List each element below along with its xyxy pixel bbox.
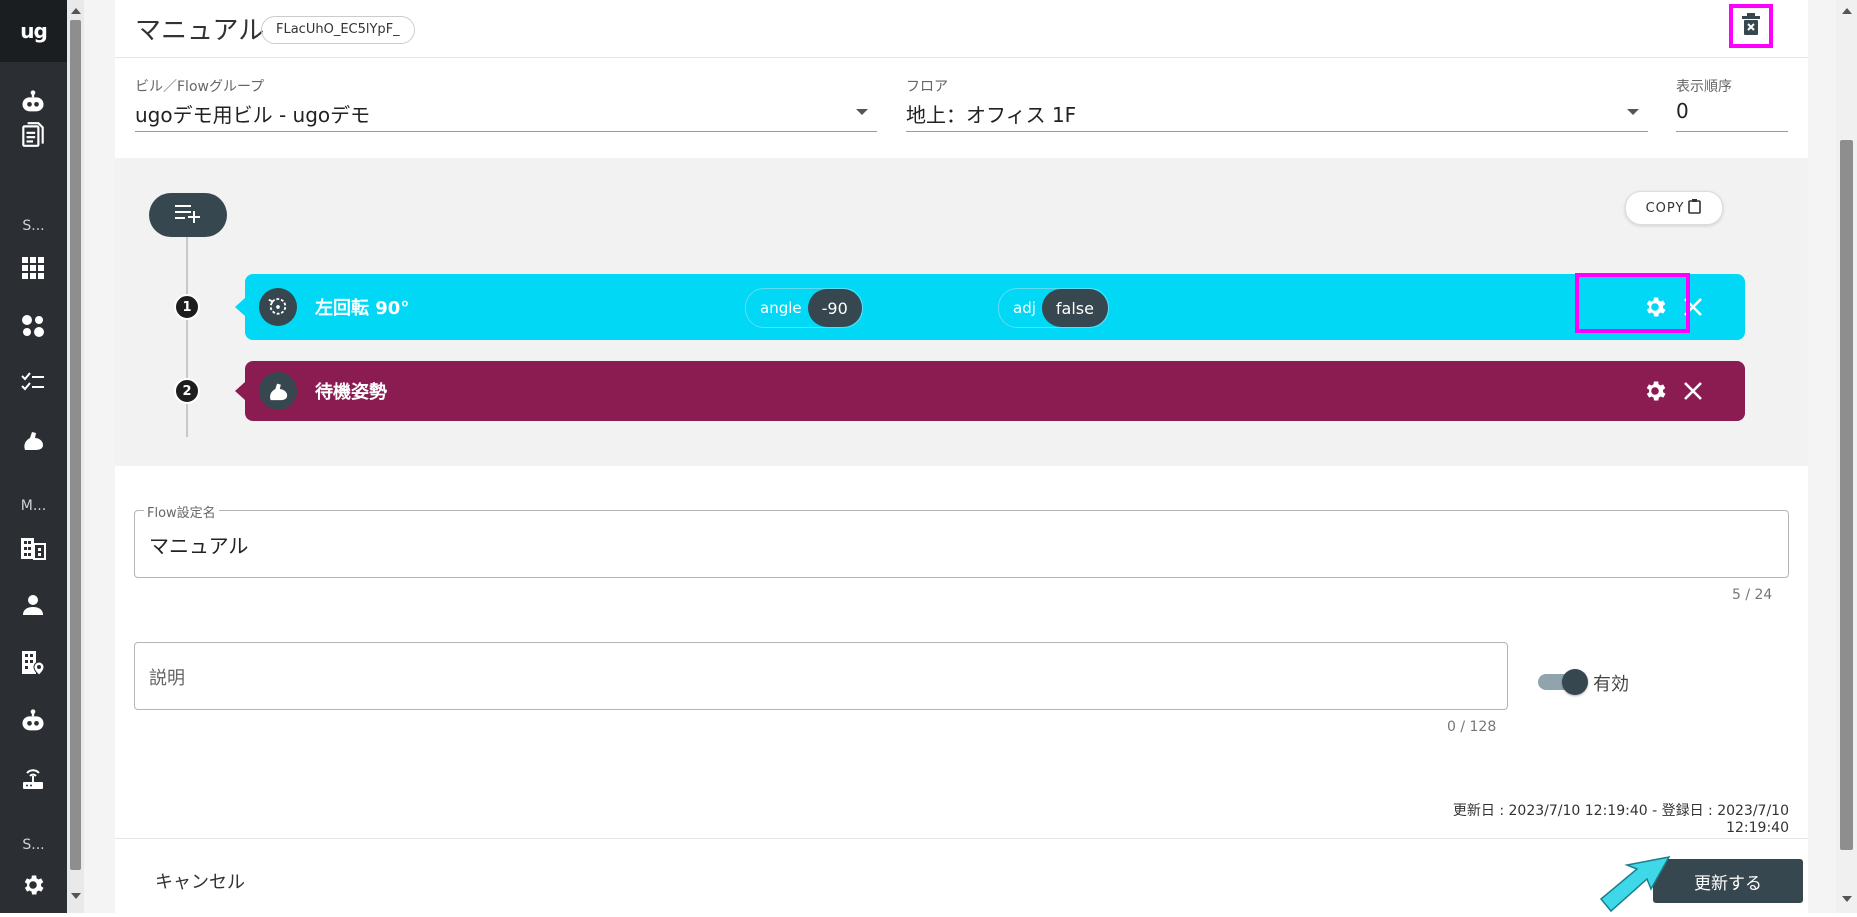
flow-step[interactable]: 待機姿勢 [235,361,1745,421]
select-underline [135,131,877,132]
add-step-button[interactable] [149,193,227,237]
router-icon[interactable] [18,764,48,794]
toggle-label: 有効 [1593,674,1629,695]
param-value: -90 [807,289,862,327]
scroll-up-icon[interactable] [71,8,81,14]
page-scrollbar-thumb[interactable] [1840,140,1853,850]
grid-icon[interactable] [18,253,48,283]
timestamps: 更新日 : 2023/7/10 12:19:40 - 登録日 : 2023/7/… [1452,803,1789,836]
description-input[interactable]: 説明 [149,664,185,690]
nav-section-label: M... [20,498,47,514]
building-group-select[interactable]: ugoデモ用ビル - ugoデモ [135,99,370,128]
param-value: false [1041,289,1108,327]
nav-section-label: S... [22,837,45,853]
robot-icon[interactable] [18,706,48,736]
scroll-down-icon[interactable] [71,893,81,899]
cancel-button[interactable]: キャンセル [155,868,245,894]
settings-button[interactable] [1642,378,1668,408]
step-name: 待機姿勢 [315,382,387,403]
side-nav: ug S... M... S... [0,0,67,913]
playlist-add-icon [175,203,201,227]
copy-button[interactable]: COPY [1625,191,1723,225]
delete-button[interactable] [1729,4,1773,48]
timeline-line [186,237,188,437]
nav-scrollbar[interactable] [67,0,84,913]
rotate-left-icon [259,288,297,326]
select-underline [906,131,1648,132]
description-counter: 0 / 128 [1447,719,1497,735]
tools-icon[interactable] [18,311,48,341]
pointer-arrow-icon [1597,855,1677,913]
highlight-box [1575,273,1690,333]
checklist-icon[interactable] [18,368,48,398]
copy-label: COPY [1645,200,1685,216]
trash-icon [1741,13,1761,39]
param-key: angle [760,299,802,317]
nav-scrollbar-thumb[interactable] [70,20,81,870]
divider [115,57,1808,58]
app-logo[interactable]: ug [0,0,67,62]
flow-name-field[interactable] [134,510,1789,578]
clipboard-icon [1688,198,1702,218]
update-label: 更新する [1694,873,1762,894]
param-chip[interactable]: adj false [998,288,1109,328]
step-number: 1 [174,294,200,320]
arm-icon[interactable] [18,425,48,455]
flow-name-input[interactable]: マニュアル [149,530,248,559]
document-icon[interactable] [18,120,48,150]
flow-name-legend: Flow設定名 [144,502,219,521]
scroll-up-icon[interactable] [1842,8,1852,14]
page-scrollbar[interactable] [1836,0,1857,913]
flow-name-counter: 5 / 24 [1732,587,1773,603]
order-label: 表示順序 [1676,79,1732,95]
description-field[interactable] [134,642,1508,710]
building-pin-icon[interactable] [18,648,48,678]
order-input[interactable]: 0 [1676,99,1689,123]
flow-edit-card: マニュアル FLacUhO_EC5lYpF_ ビル／Flowグループ ugoデモ… [115,0,1808,913]
nav-section-label: S... [22,218,45,234]
building-group-label: ビル／Flowグループ [135,79,265,95]
flow-id-chip: FLacUhO_EC5lYpF_ [261,16,415,44]
user-icon[interactable] [18,590,48,620]
step-pointer [235,298,245,316]
step-name: 左回転 90° [315,298,410,319]
close-button[interactable] [1682,380,1704,406]
floor-select[interactable]: 地上：オフィス 1F [906,99,1076,128]
input-underline [1676,131,1788,132]
flow-step[interactable]: 左回転 90° angle -90 adj false [235,274,1745,340]
robot-icon[interactable] [18,87,48,117]
arm-icon [259,372,297,410]
toggle-knob[interactable] [1562,669,1588,695]
flow-steps-area: COPY 1 左回転 90° angle -90 adj false 2 待機姿… [115,158,1808,466]
page-title: マニュアル [135,16,265,46]
scroll-down-icon[interactable] [1842,896,1852,902]
divider [115,838,1808,839]
gear-icon[interactable] [18,870,48,900]
step-number: 2 [174,378,200,404]
step-actions [1642,378,1704,408]
step-pointer [235,382,245,400]
chevron-down-icon[interactable] [1627,109,1639,115]
param-key: adj [1013,299,1036,317]
chevron-down-icon[interactable] [856,109,868,115]
building-icon[interactable] [18,533,48,563]
param-chip[interactable]: angle -90 [745,288,863,328]
floor-label: フロア [906,79,948,95]
